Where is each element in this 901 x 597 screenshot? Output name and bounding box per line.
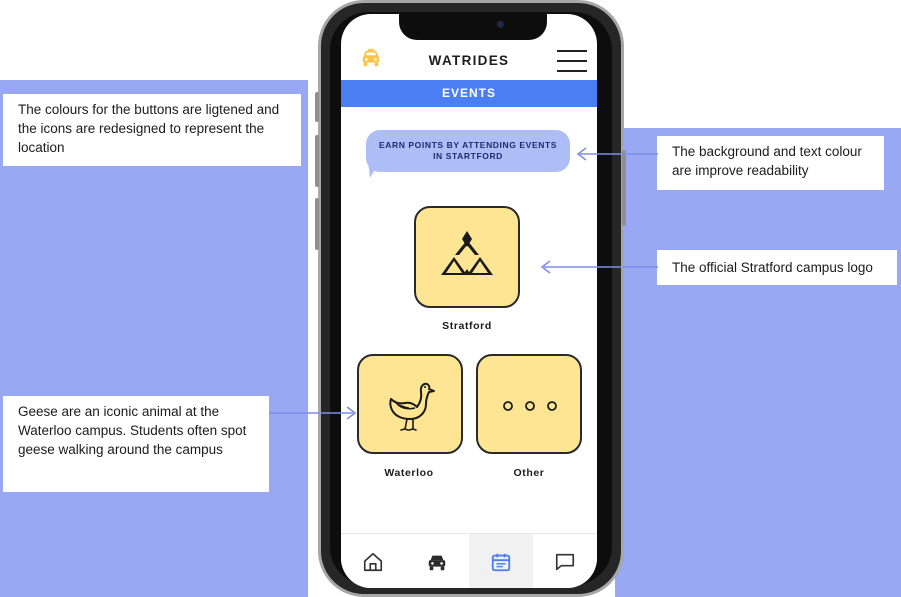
stratford-button[interactable] (414, 206, 520, 308)
home-icon (363, 552, 383, 571)
annotation-readability: The background and text colour are impro… (657, 136, 884, 190)
waterloo-button[interactable] (357, 354, 463, 454)
chat-icon (555, 553, 575, 570)
section-header: EVENTS (341, 80, 597, 107)
backdrop-right (615, 128, 901, 597)
tab-events[interactable] (469, 534, 533, 588)
phone-screen: WATRIDES EVENTS EARN POINTS BY ATTENDING… (341, 14, 597, 588)
other-label: Other (513, 467, 545, 479)
banner-line: EARN POINTS BY ATTENDING EVENTS (378, 140, 558, 150)
stratford-label: Stratford (442, 320, 492, 332)
phone-notch (399, 14, 547, 40)
arrow-logo (540, 260, 658, 274)
waterloo-label: Waterloo (384, 467, 434, 479)
calendar-icon (491, 553, 511, 571)
front-camera (497, 21, 504, 28)
phone-button (315, 198, 319, 250)
phone-button (315, 92, 319, 122)
arrow-geese (269, 406, 357, 420)
banner-line: IN STARTFORD (433, 151, 503, 161)
tab-rides[interactable] (405, 534, 469, 588)
phone-button (315, 135, 319, 187)
annotation-geese: Geese are an iconic animal at the Waterl… (3, 396, 269, 492)
other-button[interactable] (476, 354, 582, 454)
tab-home[interactable] (341, 534, 405, 588)
points-banner: EARN POINTS BY ATTENDING EVENTS IN START… (366, 130, 570, 172)
stratford-logo-icon (441, 231, 493, 275)
menu-icon[interactable] (557, 50, 587, 72)
goose-icon (389, 382, 435, 431)
ellipsis-icon (503, 401, 557, 411)
bottom-tab-bar (341, 533, 597, 588)
arrow-readability (576, 147, 658, 161)
annotation-buttons: The colours for the buttons are ligtened… (3, 94, 301, 166)
car-icon (428, 555, 446, 570)
tab-chat[interactable] (533, 534, 597, 588)
annotation-logo: The official Stratford campus logo (657, 250, 897, 285)
